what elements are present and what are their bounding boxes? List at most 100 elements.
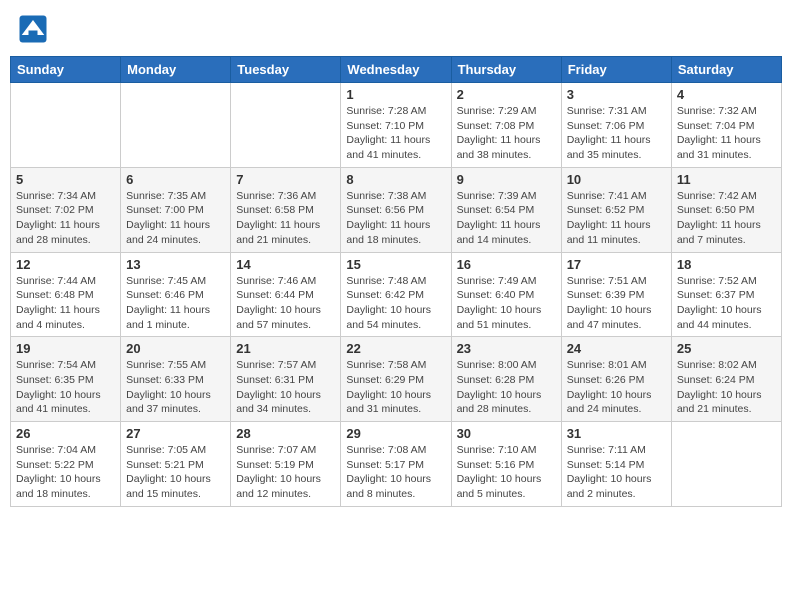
calendar-week-3: 12Sunrise: 7:44 AM Sunset: 6:48 PM Dayli… bbox=[11, 252, 782, 337]
day-number: 24 bbox=[567, 341, 666, 356]
calendar-cell bbox=[671, 422, 781, 507]
day-number: 30 bbox=[457, 426, 556, 441]
column-header-sunday: Sunday bbox=[11, 57, 121, 83]
day-number: 19 bbox=[16, 341, 115, 356]
day-info: Sunrise: 7:49 AM Sunset: 6:40 PM Dayligh… bbox=[457, 274, 556, 333]
day-number: 18 bbox=[677, 257, 776, 272]
column-header-wednesday: Wednesday bbox=[341, 57, 451, 83]
calendar-cell bbox=[121, 83, 231, 168]
day-number: 2 bbox=[457, 87, 556, 102]
day-number: 31 bbox=[567, 426, 666, 441]
day-info: Sunrise: 7:42 AM Sunset: 6:50 PM Dayligh… bbox=[677, 189, 776, 248]
calendar-table: SundayMondayTuesdayWednesdayThursdayFrid… bbox=[10, 56, 782, 507]
day-number: 7 bbox=[236, 172, 335, 187]
day-info: Sunrise: 7:41 AM Sunset: 6:52 PM Dayligh… bbox=[567, 189, 666, 248]
day-number: 28 bbox=[236, 426, 335, 441]
calendar-cell: 21 Sunrise: 7:57 AM Sunset: 6:31 PM Dayli… bbox=[231, 337, 341, 422]
day-number: 11 bbox=[677, 172, 776, 187]
calendar-week-5: 26Sunrise: 7:04 AM Sunset: 5:22 PM Dayli… bbox=[11, 422, 782, 507]
day-info: Sunrise: 7:55 AM Sunset: 6:33 PM Dayligh… bbox=[126, 358, 225, 417]
day-info: Sunrise: 7:38 AM Sunset: 6:56 PM Dayligh… bbox=[346, 189, 445, 248]
calendar-cell bbox=[11, 83, 121, 168]
calendar-cell: 20 Sunrise: 7:55 AM Sunset: 6:33 PM Dayli… bbox=[121, 337, 231, 422]
column-header-tuesday: Tuesday bbox=[231, 57, 341, 83]
calendar-cell: 1 Sunrise: 7:28 AM Sunset: 7:10 PM Daylig… bbox=[341, 83, 451, 168]
calendar-cell: 18 Sunrise: 7:52 AM Sunset: 6:37 PM Dayli… bbox=[671, 252, 781, 337]
day-info: Sunrise: 7:51 AM Sunset: 6:39 PM Dayligh… bbox=[567, 274, 666, 333]
calendar-cell: 3 Sunrise: 7:31 AM Sunset: 7:06 PM Daylig… bbox=[561, 83, 671, 168]
day-info: Sunrise: 7:31 AM Sunset: 7:06 PM Dayligh… bbox=[567, 104, 666, 163]
calendar-cell: 29 Sunrise: 7:08 AM Sunset: 5:17 PM Dayli… bbox=[341, 422, 451, 507]
day-number: 21 bbox=[236, 341, 335, 356]
calendar-week-2: 5Sunrise: 7:34 AM Sunset: 7:02 PM Daylig… bbox=[11, 167, 782, 252]
day-info: Sunrise: 7:35 AM Sunset: 7:00 PM Dayligh… bbox=[126, 189, 225, 248]
column-header-friday: Friday bbox=[561, 57, 671, 83]
calendar-week-1: 1 Sunrise: 7:28 AM Sunset: 7:10 PM Daylig… bbox=[11, 83, 782, 168]
calendar-cell: 31 Sunrise: 7:11 AM Sunset: 5:14 PM Dayli… bbox=[561, 422, 671, 507]
day-info: Sunrise: 8:00 AM Sunset: 6:28 PM Dayligh… bbox=[457, 358, 556, 417]
day-number: 13 bbox=[126, 257, 225, 272]
day-number: 3 bbox=[567, 87, 666, 102]
column-header-monday: Monday bbox=[121, 57, 231, 83]
calendar-cell: 26Sunrise: 7:04 AM Sunset: 5:22 PM Dayli… bbox=[11, 422, 121, 507]
day-info: Sunrise: 7:36 AM Sunset: 6:58 PM Dayligh… bbox=[236, 189, 335, 248]
calendar-cell: 12Sunrise: 7:44 AM Sunset: 6:48 PM Dayli… bbox=[11, 252, 121, 337]
calendar-cell: 24 Sunrise: 8:01 AM Sunset: 6:26 PM Dayli… bbox=[561, 337, 671, 422]
day-number: 16 bbox=[457, 257, 556, 272]
calendar-cell: 11 Sunrise: 7:42 AM Sunset: 6:50 PM Dayli… bbox=[671, 167, 781, 252]
day-info: Sunrise: 7:39 AM Sunset: 6:54 PM Dayligh… bbox=[457, 189, 556, 248]
day-number: 1 bbox=[346, 87, 445, 102]
day-info: Sunrise: 7:05 AM Sunset: 5:21 PM Dayligh… bbox=[126, 443, 225, 502]
calendar-cell: 2 Sunrise: 7:29 AM Sunset: 7:08 PM Daylig… bbox=[451, 83, 561, 168]
calendar-cell: 28 Sunrise: 7:07 AM Sunset: 5:19 PM Dayli… bbox=[231, 422, 341, 507]
day-info: Sunrise: 7:52 AM Sunset: 6:37 PM Dayligh… bbox=[677, 274, 776, 333]
calendar-cell: 16 Sunrise: 7:49 AM Sunset: 6:40 PM Dayli… bbox=[451, 252, 561, 337]
day-number: 23 bbox=[457, 341, 556, 356]
day-info: Sunrise: 7:07 AM Sunset: 5:19 PM Dayligh… bbox=[236, 443, 335, 502]
calendar-header-row: SundayMondayTuesdayWednesdayThursdayFrid… bbox=[11, 57, 782, 83]
day-info: Sunrise: 8:02 AM Sunset: 6:24 PM Dayligh… bbox=[677, 358, 776, 417]
day-number: 14 bbox=[236, 257, 335, 272]
day-number: 26 bbox=[16, 426, 115, 441]
day-number: 4 bbox=[677, 87, 776, 102]
calendar-cell: 15 Sunrise: 7:48 AM Sunset: 6:42 PM Dayli… bbox=[341, 252, 451, 337]
day-info: Sunrise: 7:57 AM Sunset: 6:31 PM Dayligh… bbox=[236, 358, 335, 417]
day-info: Sunrise: 7:28 AM Sunset: 7:10 PM Dayligh… bbox=[346, 104, 445, 163]
calendar-cell: 22Sunrise: 7:58 AM Sunset: 6:29 PM Dayli… bbox=[341, 337, 451, 422]
day-info: Sunrise: 7:46 AM Sunset: 6:44 PM Dayligh… bbox=[236, 274, 335, 333]
day-info: Sunrise: 7:34 AM Sunset: 7:02 PM Dayligh… bbox=[16, 189, 115, 248]
calendar-cell bbox=[231, 83, 341, 168]
day-number: 25 bbox=[677, 341, 776, 356]
day-info: Sunrise: 7:10 AM Sunset: 5:16 PM Dayligh… bbox=[457, 443, 556, 502]
logo-icon bbox=[18, 14, 48, 44]
calendar-cell: 25 Sunrise: 8:02 AM Sunset: 6:24 PM Dayli… bbox=[671, 337, 781, 422]
calendar-cell: 9Sunrise: 7:39 AM Sunset: 6:54 PM Daylig… bbox=[451, 167, 561, 252]
calendar-cell: 19 Sunrise: 7:54 AM Sunset: 6:35 PM Dayli… bbox=[11, 337, 121, 422]
calendar-cell: 14 Sunrise: 7:46 AM Sunset: 6:44 PM Dayli… bbox=[231, 252, 341, 337]
day-info: Sunrise: 8:01 AM Sunset: 6:26 PM Dayligh… bbox=[567, 358, 666, 417]
day-number: 29 bbox=[346, 426, 445, 441]
day-number: 10 bbox=[567, 172, 666, 187]
day-info: Sunrise: 7:58 AM Sunset: 6:29 PM Dayligh… bbox=[346, 358, 445, 417]
day-info: Sunrise: 7:48 AM Sunset: 6:42 PM Dayligh… bbox=[346, 274, 445, 333]
day-info: Sunrise: 7:11 AM Sunset: 5:14 PM Dayligh… bbox=[567, 443, 666, 502]
calendar-cell: 7 Sunrise: 7:36 AM Sunset: 6:58 PM Daylig… bbox=[231, 167, 341, 252]
column-header-saturday: Saturday bbox=[671, 57, 781, 83]
calendar-cell: 13Sunrise: 7:45 AM Sunset: 6:46 PM Dayli… bbox=[121, 252, 231, 337]
calendar-cell: 4 Sunrise: 7:32 AM Sunset: 7:04 PM Daylig… bbox=[671, 83, 781, 168]
logo bbox=[18, 14, 52, 44]
calendar-week-4: 19 Sunrise: 7:54 AM Sunset: 6:35 PM Dayli… bbox=[11, 337, 782, 422]
day-info: Sunrise: 7:32 AM Sunset: 7:04 PM Dayligh… bbox=[677, 104, 776, 163]
day-info: Sunrise: 7:08 AM Sunset: 5:17 PM Dayligh… bbox=[346, 443, 445, 502]
day-number: 6 bbox=[126, 172, 225, 187]
day-info: Sunrise: 7:54 AM Sunset: 6:35 PM Dayligh… bbox=[16, 358, 115, 417]
day-number: 15 bbox=[346, 257, 445, 272]
column-header-thursday: Thursday bbox=[451, 57, 561, 83]
day-number: 20 bbox=[126, 341, 225, 356]
calendar-cell: 17 Sunrise: 7:51 AM Sunset: 6:39 PM Dayli… bbox=[561, 252, 671, 337]
day-info: Sunrise: 7:44 AM Sunset: 6:48 PM Dayligh… bbox=[16, 274, 115, 333]
calendar-cell: 30 Sunrise: 7:10 AM Sunset: 5:16 PM Dayli… bbox=[451, 422, 561, 507]
day-number: 17 bbox=[567, 257, 666, 272]
day-number: 27 bbox=[126, 426, 225, 441]
day-info: Sunrise: 7:29 AM Sunset: 7:08 PM Dayligh… bbox=[457, 104, 556, 163]
